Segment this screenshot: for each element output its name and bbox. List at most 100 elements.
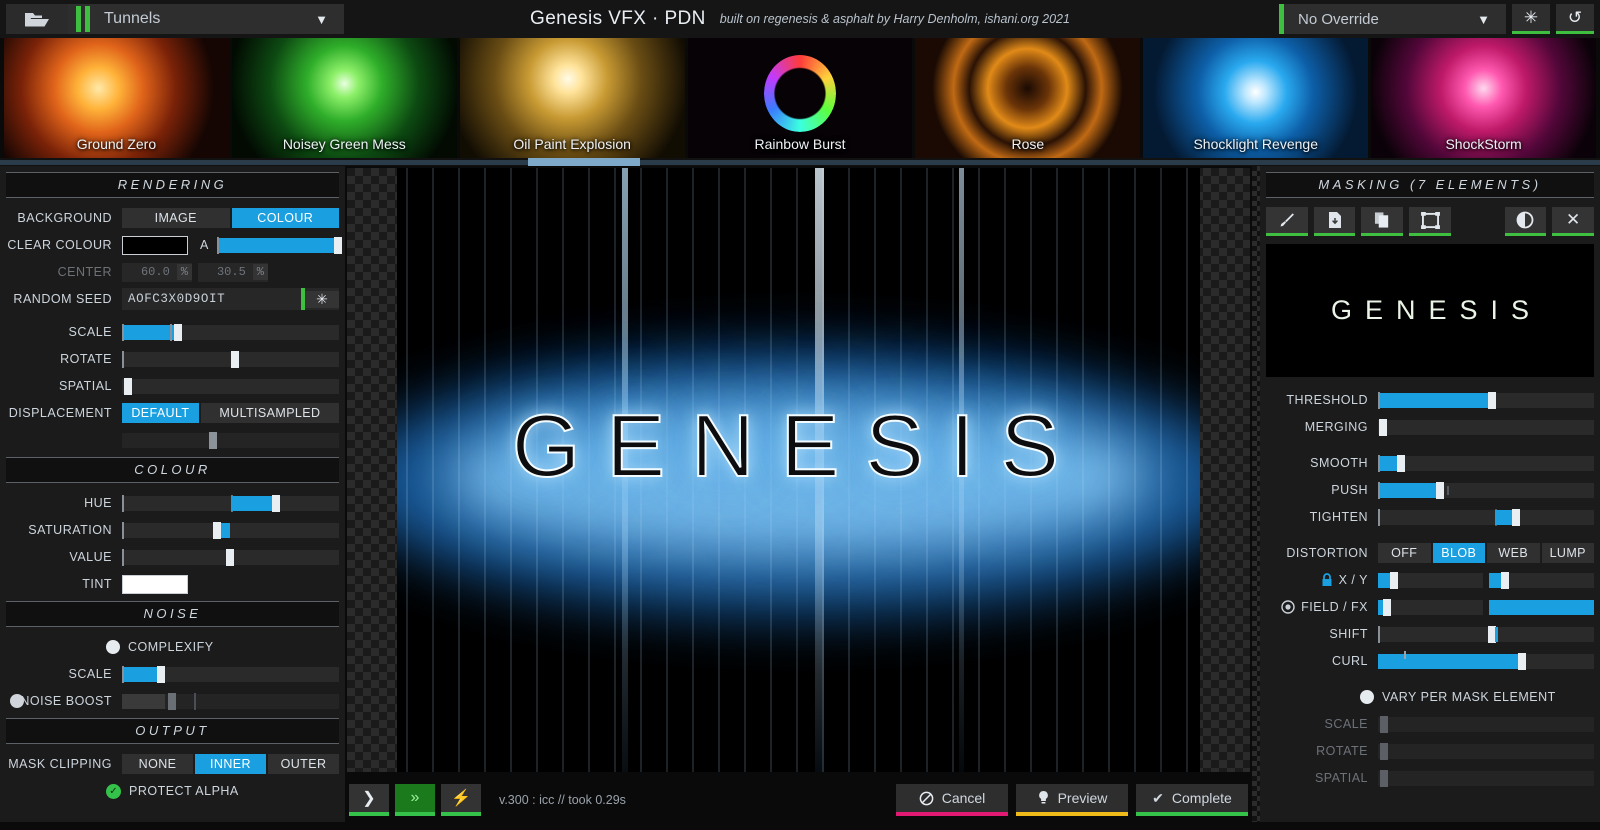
slider-knob[interactable] [1389,571,1398,589]
slider-knob[interactable] [1380,769,1389,787]
clear-mask-button[interactable]: ✕ [1552,207,1595,236]
preset-dropdown[interactable]: Tunnels ▼ [68,4,344,34]
xy-y-slider[interactable] [1489,571,1594,589]
slider-knob[interactable] [1380,715,1389,733]
displacement-segmented-control[interactable]: DEFAULT MULTISAMPLED [122,403,339,423]
step-render-button[interactable]: ❯ [349,784,389,816]
instant-render-button[interactable]: ⚡ [441,784,481,816]
slider-knob[interactable] [1397,454,1406,472]
scrollbar-thumb[interactable] [528,158,640,166]
distortion-segmented-control[interactable]: OFF BLOB WEB LUMP [1378,543,1594,563]
mask-clipping-option-outer[interactable]: OUTER [268,754,339,774]
transform-mask-button[interactable] [1409,207,1451,236]
smooth-slider[interactable] [1378,454,1594,472]
save-mask-button[interactable] [1313,207,1356,236]
slider-knob[interactable] [226,548,235,566]
random-seed-box[interactable]: AOFC3X0D9OIT ✳ [122,288,339,310]
invert-mask-button[interactable] [1504,207,1547,236]
random-seed-value[interactable]: AOFC3X0D9OIT [122,292,301,306]
value-slider[interactable] [122,548,339,566]
slider-knob[interactable] [1383,598,1392,616]
brush-tool-button[interactable] [1266,207,1308,236]
slider-knob[interactable] [1500,571,1509,589]
center-y-field[interactable]: 30.5 % [198,262,268,282]
fast-render-button[interactable]: » [395,784,435,816]
mask-spatial-slider[interactable] [1378,769,1594,787]
slider-knob[interactable] [1379,418,1388,436]
mask-clipping-option-none[interactable]: NONE [122,754,193,774]
reroll-seed-button[interactable]: ✳ [305,290,339,308]
open-folder-button[interactable] [6,4,68,34]
lock-icon[interactable] [1321,573,1333,587]
distortion-option-web[interactable]: WEB [1487,543,1540,563]
mask-clipping-segmented-control[interactable]: NONE INNER OUTER [122,754,339,774]
background-segmented-control[interactable]: IMAGE COLOUR [122,208,339,228]
distortion-option-blob[interactable]: BLOB [1432,543,1485,563]
fx-slider[interactable] [1489,599,1594,615]
distortion-option-lump[interactable]: LUMP [1541,543,1594,563]
field-slider[interactable] [1378,598,1483,616]
slider-knob[interactable] [208,431,217,449]
preset-thumbnail[interactable]: ShockStorm [1371,38,1597,158]
render-canvas[interactable]: GENESIS [397,168,1200,772]
slider-knob[interactable] [1511,508,1520,526]
cancel-button[interactable]: Cancel [896,784,1008,816]
slider-knob[interactable] [167,692,176,710]
protect-alpha-checkbox[interactable]: ✓ [106,783,121,799]
slider-knob[interactable] [230,350,239,368]
center-x-field[interactable]: 60.0 % [122,262,192,282]
mask-scale-slider[interactable] [1378,715,1594,733]
background-option-colour[interactable]: COLOUR [231,208,339,228]
slider-knob[interactable] [1488,391,1497,409]
displacement-option-multisampled[interactable]: MULTISAMPLED [200,403,339,423]
preset-thumbnail[interactable]: Ground Zero [4,38,229,158]
slider-knob[interactable] [271,494,280,512]
tighten-slider[interactable] [1378,508,1594,526]
displacement-option-default[interactable]: DEFAULT [122,403,199,423]
noise-boost-toggle[interactable] [10,694,24,708]
preview-button[interactable]: Preview [1016,784,1128,816]
slider-knob[interactable] [213,521,222,539]
mask-clipping-option-inner[interactable]: INNER [195,754,266,774]
noise-boost-slider[interactable] [122,692,339,710]
mask-toolbar[interactable]: ✕ [1266,207,1595,236]
preset-thumbnail[interactable]: Rainbow Burst [687,38,913,158]
randomize-button[interactable]: ✳ [1512,4,1550,34]
preset-thumbnail-selected[interactable]: Shocklight Revenge [1143,38,1369,158]
mask-rotate-slider[interactable] [1378,742,1594,760]
hue-slider[interactable] [122,494,339,512]
preset-thumbnail[interactable]: Rose [915,38,1141,158]
slider-knob[interactable] [124,377,133,395]
slider-knob[interactable] [174,323,183,341]
clear-colour-alpha-slider[interactable] [216,236,343,254]
xy-x-slider[interactable] [1378,571,1483,589]
slider-knob[interactable] [1436,481,1445,499]
preset-thumbnail[interactable]: Oil Paint Explosion [459,38,685,158]
preset-strip-scrollbar[interactable] [0,158,1600,166]
tint-swatch[interactable] [122,574,188,594]
mask-preview[interactable]: GENESIS [1266,244,1594,377]
preset-thumbnail[interactable]: Noisey Green Mess [231,38,457,158]
copy-mask-button[interactable] [1361,207,1404,236]
noise-scale-slider[interactable] [122,665,339,683]
saturation-slider[interactable] [122,521,339,539]
complete-button[interactable]: ✔ Complete [1136,784,1248,816]
override-dropdown[interactable]: No Override ▼ [1284,4,1506,34]
curl-slider[interactable] [1378,650,1594,670]
background-option-image[interactable]: IMAGE [122,208,230,228]
push-slider[interactable] [1378,481,1594,499]
threshold-slider[interactable] [1378,391,1594,409]
vary-per-mask-element-toggle[interactable] [1360,690,1374,704]
shift-slider[interactable] [1378,625,1594,643]
clear-colour-swatch[interactable] [122,235,188,255]
slider-knob[interactable] [1380,742,1389,760]
slider-knob[interactable] [156,665,165,683]
complexify-toggle[interactable] [106,640,120,654]
scale-slider[interactable] [122,323,339,341]
reset-button[interactable]: ↺ [1556,4,1594,34]
preset-thumbnail-strip[interactable]: Ground Zero Noisey Green Mess Oil Paint … [0,38,1600,158]
displacement-amount-slider[interactable] [122,431,339,449]
merging-slider[interactable] [1378,418,1594,436]
slider-knob[interactable] [1518,652,1527,670]
slider-knob[interactable] [334,236,343,254]
